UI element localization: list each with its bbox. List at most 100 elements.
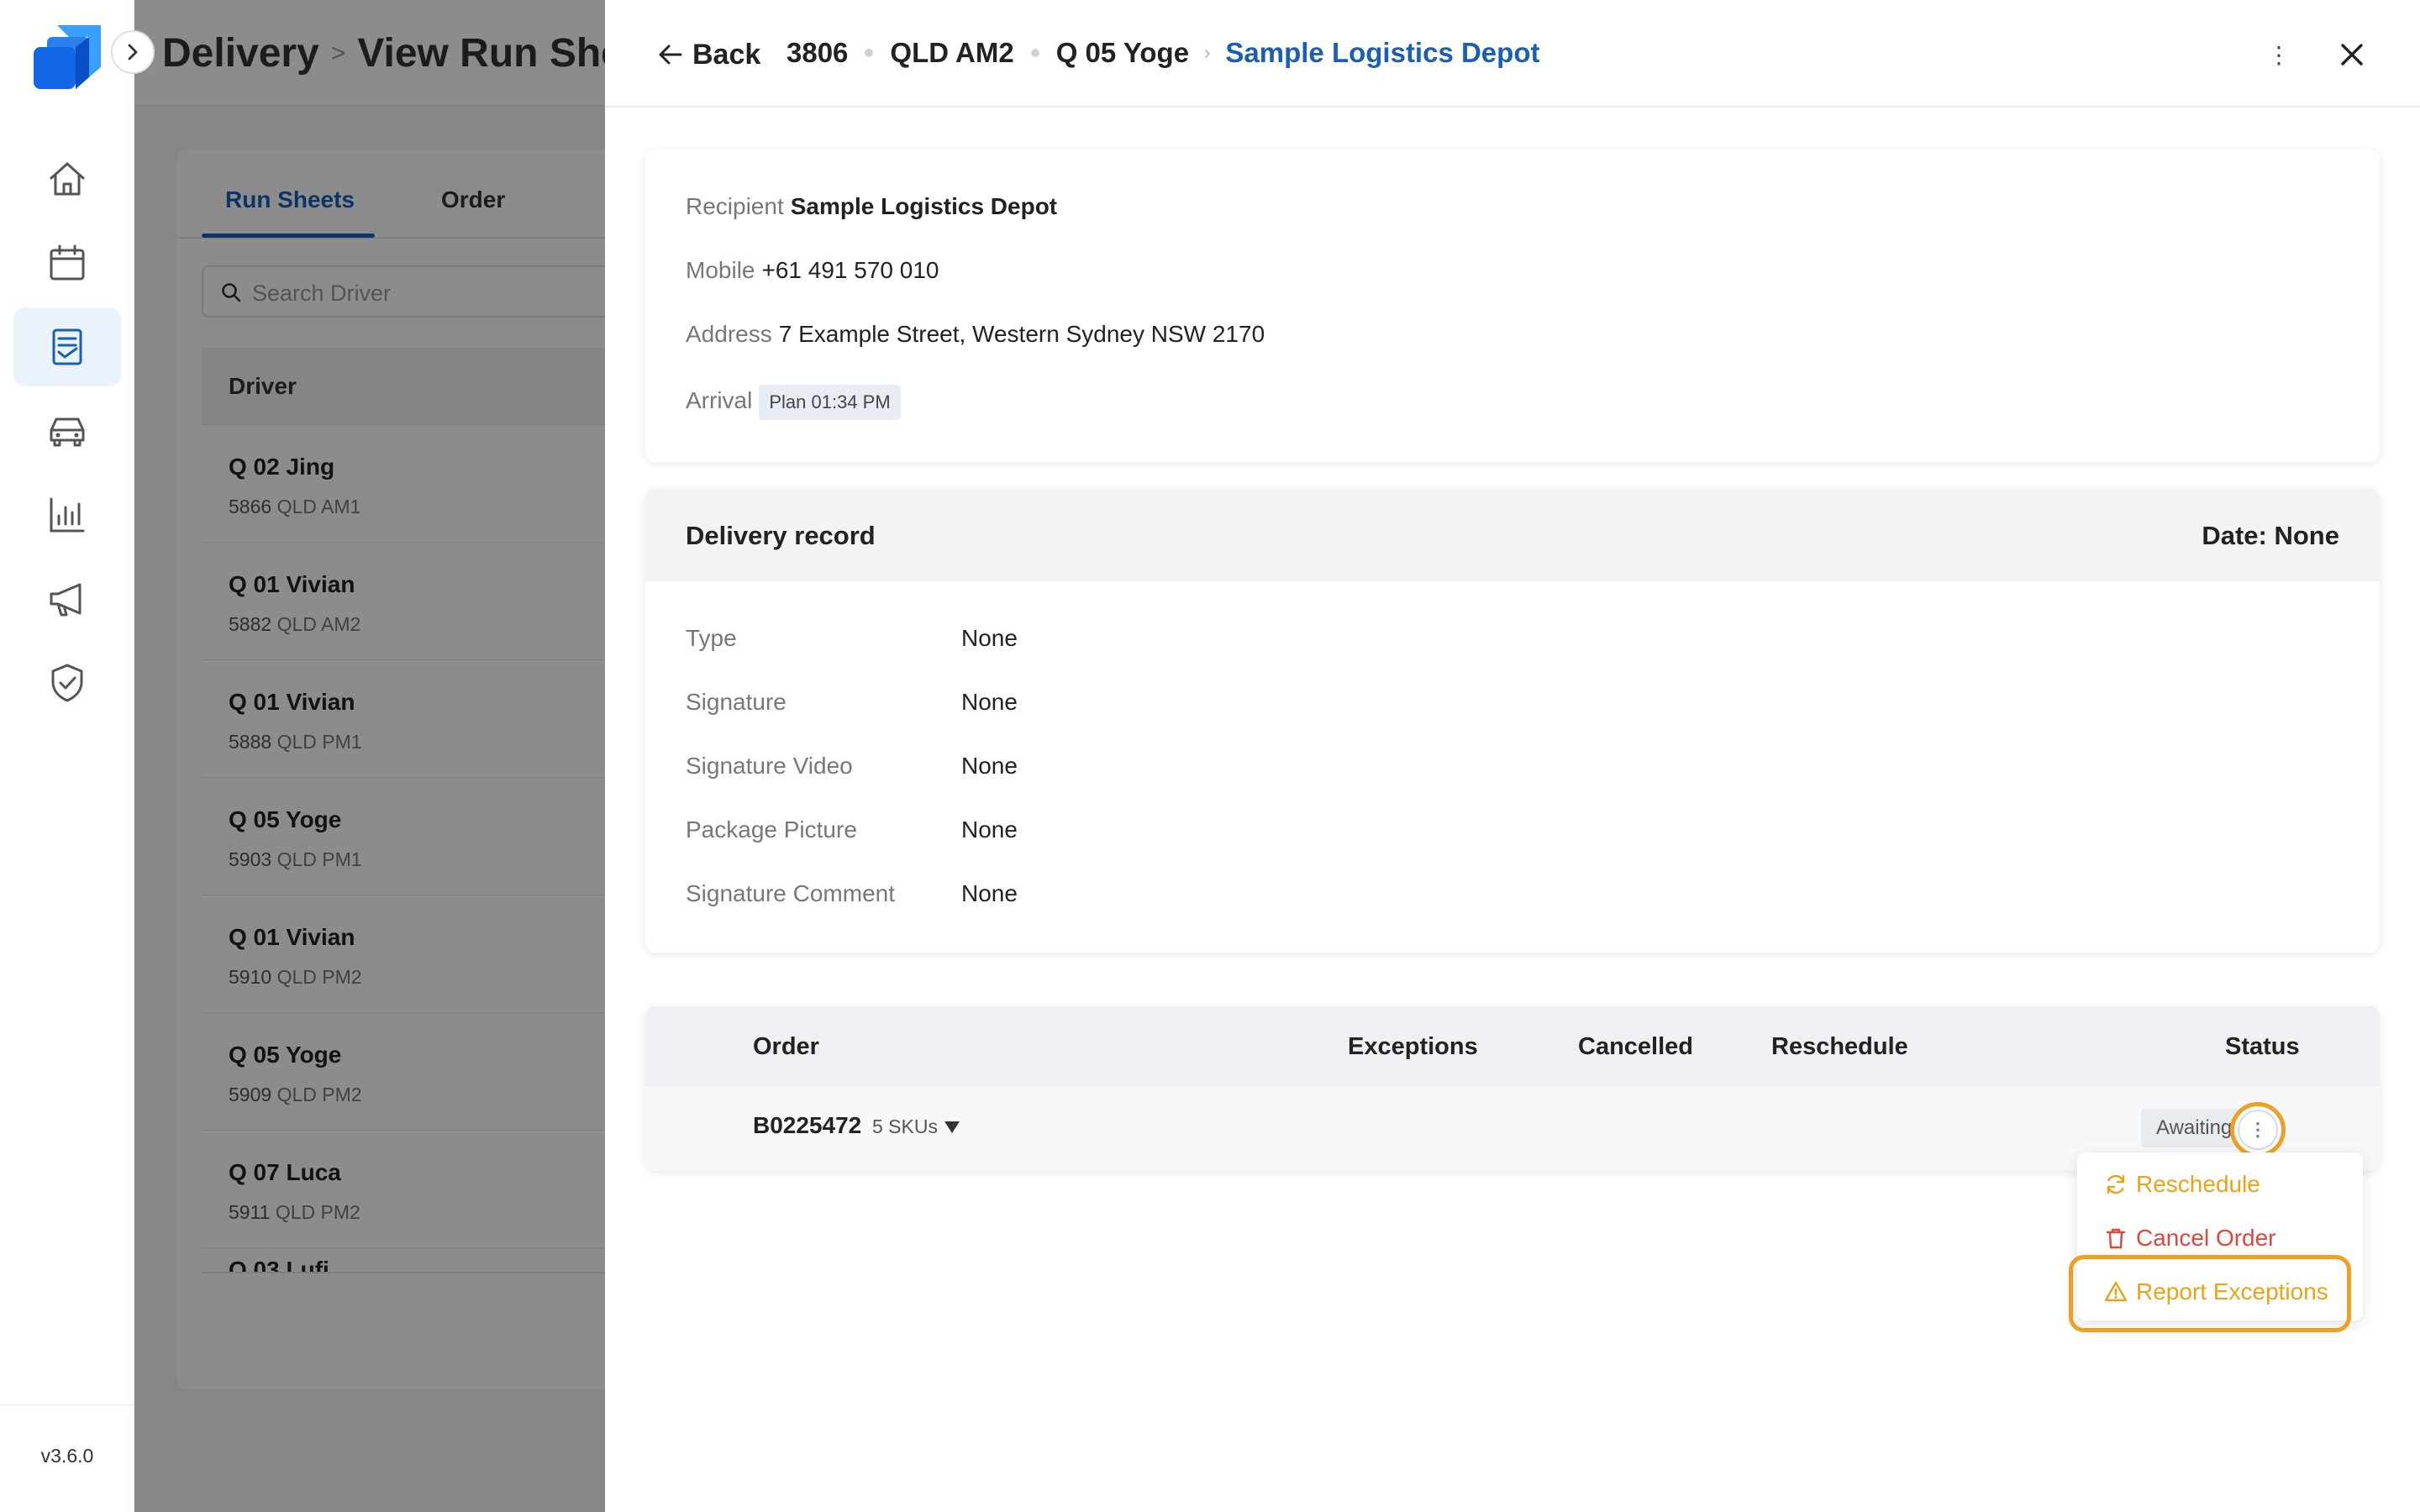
driver-name: Q 01 Vivian xyxy=(229,924,355,950)
driver-run-code: 5911 QLD PM2 xyxy=(229,1201,360,1223)
warning-icon xyxy=(2104,1281,2128,1302)
row-action-menu: Reschedule Cancel Order Report Exception… xyxy=(2077,1152,2363,1320)
nav-security[interactable] xyxy=(13,643,121,722)
search-driver-input[interactable]: Search Driver xyxy=(202,265,605,318)
driver-name: Q 05 Yoge xyxy=(229,1042,342,1068)
stop-detail-drawer: Back 3806 QLD AM2 Q 05 Yoge › Sample Log… xyxy=(605,0,2420,1512)
recipient-line: Recipient Sample Logistics Depot xyxy=(686,193,1058,219)
driver-run-code: 5882 QLD AM2 xyxy=(229,613,361,635)
mobile-line: Mobile +61 491 570 010 xyxy=(686,257,939,283)
arrow-left-icon xyxy=(659,45,682,65)
breadcrumb-dot xyxy=(865,49,874,57)
search-icon xyxy=(222,283,241,302)
rail-divider xyxy=(0,1404,134,1405)
nav-vehicles[interactable] xyxy=(13,391,121,470)
column-reschedule: Reschedule xyxy=(1771,1033,1908,1060)
megaphone-icon xyxy=(50,583,82,617)
driver-run-code: 5909 QLD PM2 xyxy=(229,1084,362,1105)
app-version: v3.6.0 xyxy=(40,1445,94,1467)
delivery-record-title: Delivery record xyxy=(686,521,876,550)
more-options-icon[interactable]: ⋮ xyxy=(2267,37,2291,72)
refresh-icon xyxy=(2107,1174,2125,1194)
breadcrumb-driver: Q 05 Yoge xyxy=(1055,37,1190,68)
arrival-plan-tag: Plan 01:34 PM xyxy=(759,385,901,420)
breadcrumb-run-id: 3806 xyxy=(786,37,849,68)
driver-row[interactable]: Q 07 Luca 5911 QLD PM2 xyxy=(202,1131,605,1248)
driver-run-code: 5910 QLD PM2 xyxy=(229,966,362,988)
column-exceptions: Exceptions xyxy=(1348,1033,1478,1060)
driver-column-header: Driver xyxy=(229,373,297,399)
breadcrumb-chevron-icon: › xyxy=(1204,42,1211,63)
recipient-card: Recipient Sample Logistics Depot Mobile +6… xyxy=(645,150,2380,462)
column-status: Status xyxy=(2225,1033,2300,1060)
app-logo[interactable] xyxy=(30,22,104,94)
calendar-icon xyxy=(50,244,85,281)
driver-table-header: Driver xyxy=(202,348,605,425)
sku-count-toggle[interactable]: 5 SKUs xyxy=(872,1116,960,1138)
nav-run-sheets[interactable] xyxy=(13,307,121,386)
run-sheets-page: Delivery > View Run She Run Sheets Order S… xyxy=(134,0,605,1512)
driver-name: Q 01 Vivian xyxy=(229,689,355,715)
driver-row-partial[interactable]: Q 03 Lufi xyxy=(202,1248,605,1273)
driver-run-code: 5903 QLD PM1 xyxy=(229,848,362,870)
more-vertical-icon: ⋮ xyxy=(2238,1110,2278,1150)
driver-name: Q 05 Yoge xyxy=(229,806,342,832)
driver-run-code: 5888 QLD PM1 xyxy=(229,731,362,753)
breadcrumb-separator: > xyxy=(330,39,346,67)
recipient-name: Sample Logistics Depot xyxy=(790,193,1058,219)
active-tab-indicator xyxy=(202,234,375,238)
shield-check-icon xyxy=(51,664,83,702)
driver-name: Q 01 Vivian xyxy=(229,571,355,597)
nav-announcements[interactable] xyxy=(13,559,121,638)
drawer-header: Back 3806 QLD AM2 Q 05 Yoge › Sample Log… xyxy=(605,0,2420,108)
driver-row[interactable]: Q 01 Vivian 5910 QLD PM2 xyxy=(202,895,605,1013)
delivery-record-date: Date: None xyxy=(2202,521,2339,550)
column-cancelled: Cancelled xyxy=(1578,1033,1693,1060)
run-sheet-icon xyxy=(52,328,82,365)
mobile-number: +61 491 570 010 xyxy=(761,257,939,283)
vehicle-icon xyxy=(50,417,85,447)
page-header: Delivery > View Run She xyxy=(134,0,605,106)
driver-name: Q 07 Luca xyxy=(229,1159,341,1185)
address-line: Address 7 Example Street, Western Sydney … xyxy=(686,321,1265,347)
back-button[interactable]: Back xyxy=(657,37,760,72)
order-number[interactable]: B0225472 xyxy=(753,1112,861,1139)
driver-row[interactable]: Q 01 Vivian 5888 QLD PM1 xyxy=(202,660,605,778)
nav-home[interactable] xyxy=(13,139,121,218)
back-label: Back xyxy=(692,38,761,71)
caret-down-icon xyxy=(944,1121,960,1133)
arrival-line: Arrival Plan 01:34 PM xyxy=(686,385,901,420)
bar-chart-icon xyxy=(50,497,85,533)
driver-name: Q 02 Jing xyxy=(229,454,335,480)
delivery-record-card: Delivery record Date: None Type None Sign… xyxy=(645,489,2380,953)
left-rail: v3.6.0 xyxy=(0,0,134,1512)
expand-sidebar-button[interactable] xyxy=(111,30,155,74)
run-sheets-card: Run Sheets Order Search Driver Driver Q … xyxy=(176,150,605,1389)
driver-row[interactable]: Q 02 Jing 5866 QLD AM1 xyxy=(202,425,605,543)
breadcrumb: 3806 QLD AM2 Q 05 Yoge › Sample Logistic… xyxy=(786,37,1539,69)
driver-row[interactable]: Q 05 Yoge 5909 QLD PM2 xyxy=(202,1013,605,1131)
menu-item-reschedule[interactable]: Reschedule xyxy=(2104,1168,2260,1201)
tab-bar: Run Sheets Order xyxy=(176,150,605,239)
driver-row[interactable]: Q 01 Vivian 5882 QLD AM2 xyxy=(202,543,605,660)
driver-row[interactable]: Q 05 Yoge 5903 QLD PM1 xyxy=(202,778,605,895)
nav-reports[interactable] xyxy=(13,475,121,554)
breadcrumb-run-name: QLD AM2 xyxy=(890,37,1014,68)
nav-calendar[interactable] xyxy=(13,223,121,302)
tab-order[interactable]: Order xyxy=(441,186,505,213)
home-icon xyxy=(50,162,85,196)
address-value: 7 Example Street, Western Sydney NSW 217… xyxy=(778,321,1265,347)
page-title: Delivery > View Run She xyxy=(162,31,605,76)
tab-run-sheets[interactable]: Run Sheets xyxy=(225,186,355,213)
orders-table-header: Order Exceptions Cancelled Reschedule St… xyxy=(645,1006,2380,1087)
menu-item-report-exceptions[interactable]: Report Exceptions xyxy=(2104,1275,2328,1309)
trash-icon xyxy=(2106,1228,2126,1249)
row-actions-button[interactable]: ⋮ xyxy=(2230,1102,2286,1158)
close-icon[interactable] xyxy=(2336,39,2368,71)
search-placeholder: Search Driver xyxy=(252,281,392,306)
driver-run-code: 5866 QLD AM1 xyxy=(229,496,361,517)
menu-item-cancel-order[interactable]: Cancel Order xyxy=(2104,1221,2276,1255)
chevron-right-icon xyxy=(128,44,138,60)
orders-table-card: Order Exceptions Cancelled Reschedule St… xyxy=(645,1006,2380,1171)
breadcrumb-stop[interactable]: Sample Logistics Depot xyxy=(1225,37,1539,69)
